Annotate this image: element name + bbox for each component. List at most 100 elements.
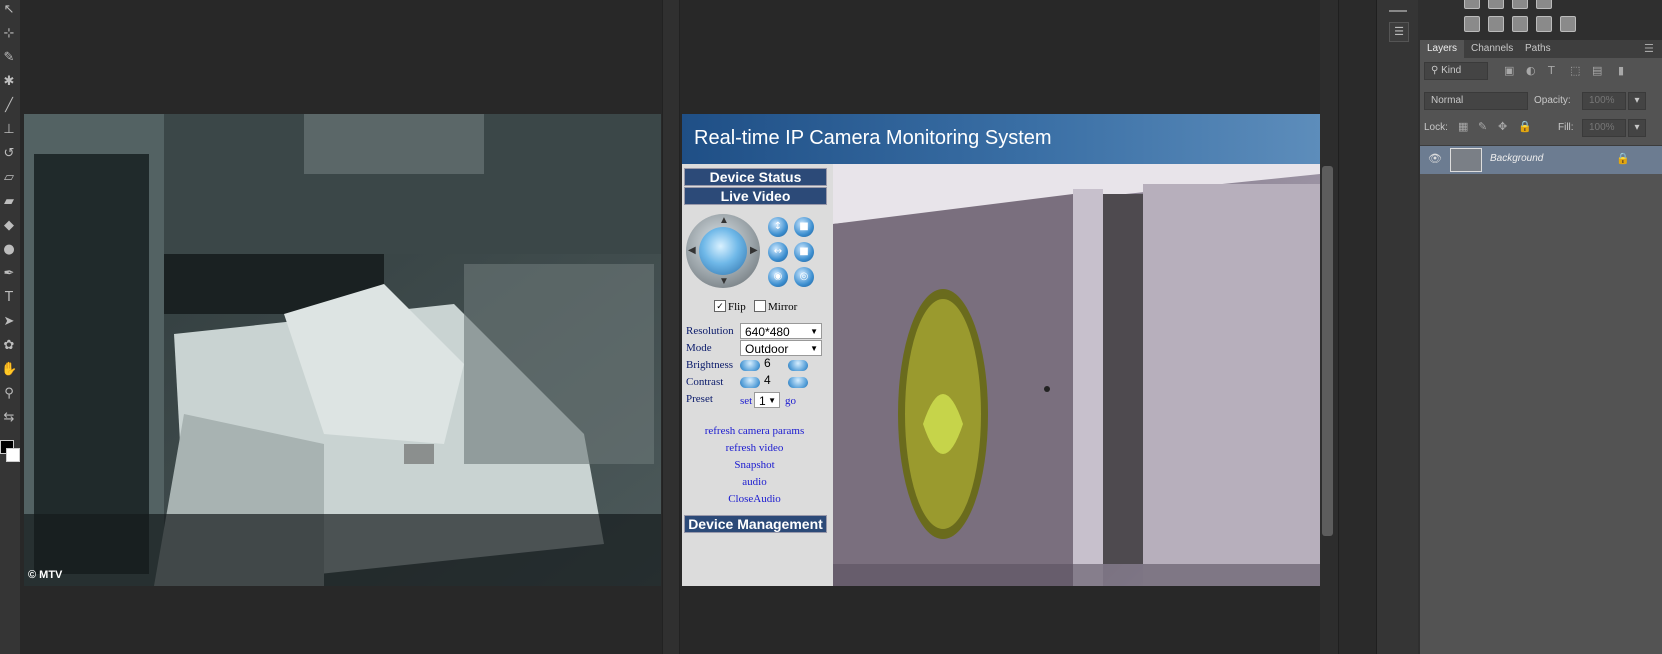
adjustment-icon[interactable] [1536, 0, 1552, 9]
shape-filter-icon[interactable]: ⬚ [1570, 64, 1580, 77]
ptz-center[interactable] [699, 227, 747, 275]
threshold-adjustment-icon[interactable] [1512, 16, 1528, 32]
history-panel-icon[interactable]: ☰ [1389, 22, 1409, 42]
ptz-joystick[interactable]: ▲ ▼ ◀ ▶ [686, 214, 760, 288]
document-canvas-2[interactable]: Real-time IP Camera Monitoring System De… [682, 114, 1320, 586]
lock-all-icon[interactable]: 🔒 [1518, 120, 1532, 133]
brush-tool-icon[interactable]: ╱ [1, 98, 17, 114]
swap-colors-icon[interactable]: ⇆ [1, 410, 17, 426]
background-color-swatch[interactable] [6, 448, 20, 462]
tab-layers[interactable]: Layers [1420, 40, 1465, 58]
preset-set-link[interactable]: set [740, 395, 752, 407]
search-icon: ⚲ [1431, 65, 1442, 76]
mirror-checkbox[interactable] [754, 300, 766, 312]
down-arrow-icon[interactable]: ▼ [719, 277, 729, 287]
stop-vertical-button[interactable]: ■ [794, 217, 814, 237]
adjustment-icon[interactable] [1512, 0, 1528, 9]
path-selection-tool-icon[interactable]: ➤ [1, 314, 17, 330]
horizontal-patrol-button[interactable]: ↔ [768, 242, 788, 262]
blur-tool-icon[interactable]: ◆ [1, 218, 17, 234]
gradient-tool-icon[interactable]: ▰ [1, 194, 17, 210]
healing-tool-icon[interactable]: ✱ [1, 74, 17, 90]
zoom-tool-icon[interactable]: ⚲ [1, 386, 17, 402]
refresh-video-link[interactable]: refresh video [682, 442, 827, 454]
dodge-tool-icon[interactable]: ● [1, 242, 17, 258]
artboard-tool-icon[interactable]: ⊹ [1, 26, 17, 42]
lock-position-icon[interactable]: ✥ [1498, 120, 1507, 133]
type-filter-icon[interactable]: T [1548, 64, 1555, 77]
bedroom-photo [24, 114, 661, 586]
gradient-map-adjustment-icon[interactable] [1560, 16, 1576, 32]
posterize-adjustment-icon[interactable] [1488, 16, 1504, 32]
opacity-input[interactable]: 100% [1582, 92, 1626, 110]
blend-mode-value: Normal [1431, 95, 1464, 106]
lock-transparent-icon[interactable]: ▦ [1458, 120, 1468, 133]
pen-tool-icon[interactable]: ✒ [1, 266, 17, 282]
up-arrow-icon[interactable]: ▲ [719, 216, 729, 226]
fill-dropdown[interactable]: ▾ [1628, 119, 1646, 137]
adjustment-icon[interactable] [1464, 0, 1480, 9]
lock-pixels-icon[interactable]: ✎ [1478, 120, 1487, 133]
device-status-button[interactable]: Device Status [684, 168, 827, 186]
brightness-increase-button[interactable] [788, 360, 808, 371]
panel-menu-icon[interactable]: ☰ [1644, 42, 1654, 55]
mode-label: Mode [686, 342, 712, 354]
brightness-decrease-button[interactable] [740, 360, 760, 371]
layer-name[interactable]: Background [1490, 153, 1543, 164]
adjustment-filter-icon[interactable]: ◐ [1526, 64, 1536, 77]
eraser-tool-icon[interactable]: ▱ [1, 170, 17, 186]
live-video-button[interactable]: Live Video [684, 187, 827, 205]
preset-select[interactable]: 1 ▼ [754, 392, 780, 408]
eye-icon[interactable]: 👁 [1428, 152, 1442, 165]
document-divider[interactable] [662, 0, 680, 654]
history-brush-tool-icon[interactable]: ↺ [1, 146, 17, 162]
stamp-tool-icon[interactable]: ⊥ [1, 122, 17, 138]
live-video-feed [833, 164, 1320, 586]
door-camera-image [833, 164, 1320, 586]
adjustment-icon[interactable] [1488, 0, 1504, 9]
tab-channels[interactable]: Channels [1464, 40, 1520, 58]
filter-toggle-icon[interactable]: ▮ [1618, 64, 1624, 77]
preset-label: Preset [686, 393, 713, 405]
shape-tool-icon[interactable]: ✿ [1, 338, 17, 354]
contrast-increase-button[interactable] [788, 377, 808, 388]
hand-tool-icon[interactable]: ✋ [1, 362, 17, 378]
layer-row[interactable]: 👁 Background 🔒 [1420, 146, 1662, 174]
mode-select[interactable]: Outdoor ▼ [740, 340, 822, 356]
tab-paths[interactable]: Paths [1518, 40, 1558, 58]
collapsed-panel-strip: ☰ [1376, 0, 1420, 654]
preset-go-link[interactable]: go [785, 395, 796, 407]
resolution-select[interactable]: 640*480 ▼ [740, 323, 822, 339]
stop-horizontal-button[interactable]: ■ [794, 242, 814, 262]
right-arrow-icon[interactable]: ▶ [750, 246, 758, 256]
document-canvas-1[interactable]: © MTV [24, 114, 661, 586]
io-on-button[interactable]: ◉ [768, 267, 788, 287]
layer-kind-filter[interactable]: ⚲ Kind [1424, 62, 1488, 80]
panel-grip[interactable] [1389, 10, 1407, 12]
pixel-filter-icon[interactable]: ▣ [1504, 64, 1514, 77]
contrast-decrease-button[interactable] [740, 377, 760, 388]
device-management-button[interactable]: Device Management [684, 515, 827, 533]
smart-object-filter-icon[interactable]: ▤ [1592, 64, 1602, 77]
opacity-dropdown[interactable]: ▾ [1628, 92, 1646, 110]
flip-checkbox[interactable]: ✓ [714, 300, 726, 312]
chevron-down-icon: ▼ [810, 327, 818, 336]
invert-adjustment-icon[interactable] [1464, 16, 1480, 32]
audio-link[interactable]: audio [682, 476, 827, 488]
io-off-button[interactable]: ◎ [794, 267, 814, 287]
flip-label: Flip [728, 301, 746, 313]
fill-input[interactable]: 100% [1582, 119, 1626, 137]
left-arrow-icon[interactable]: ◀ [688, 246, 696, 256]
refresh-camera-params-link[interactable]: refresh camera params [682, 425, 827, 437]
blend-mode-select[interactable]: Normal [1424, 92, 1528, 110]
vertical-patrol-button[interactable]: ↕ [768, 217, 788, 237]
scrollbar-thumb[interactable] [1322, 166, 1333, 536]
type-tool-icon[interactable]: T [1, 290, 17, 306]
eyedropper-tool-icon[interactable]: ✎ [1, 50, 17, 66]
move-tool-icon[interactable]: ↖ [1, 2, 17, 18]
close-audio-link[interactable]: CloseAudio [682, 493, 827, 505]
snapshot-link[interactable]: Snapshot [682, 459, 827, 471]
camera-title: Real-time IP Camera Monitoring System [694, 127, 1052, 149]
selective-color-adjustment-icon[interactable] [1536, 16, 1552, 32]
chevron-down-icon: ▼ [768, 396, 776, 405]
